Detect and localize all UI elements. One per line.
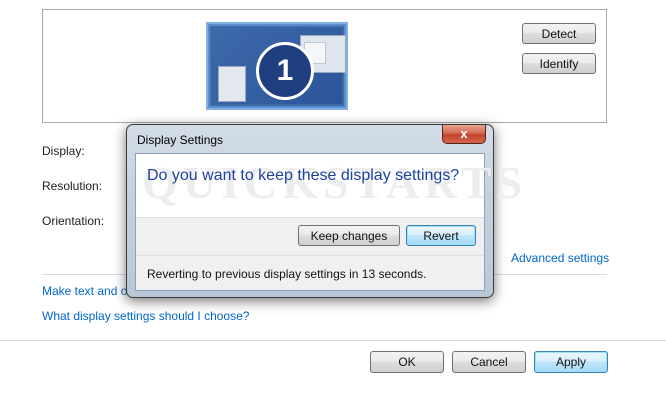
display-settings-dialog: Display Settings x QUICKSTARTS Do you wa… — [126, 124, 522, 298]
keep-changes-button[interactable]: Keep changes — [298, 225, 400, 246]
dialog-status-divider — [136, 255, 484, 256]
orientation-label: Orientation: — [42, 214, 105, 228]
dialog-client-area: QUICKSTARTS Do you want to keep these di… — [135, 153, 522, 291]
mini-sidebar-icon — [218, 66, 246, 102]
monitor-1-thumbnail[interactable]: 1 — [206, 22, 348, 110]
dialog-title: Display Settings — [137, 133, 224, 147]
ok-button[interactable]: OK — [370, 351, 444, 373]
dialog-message-area: QUICKSTARTS Do you want to keep these di… — [136, 154, 522, 217]
cancel-button[interactable]: Cancel — [452, 351, 526, 373]
display-label: Display: — [42, 144, 85, 158]
monitor-screen: 1 — [212, 28, 346, 104]
revert-button[interactable]: Revert — [406, 225, 476, 246]
close-icon[interactable]: x — [442, 125, 486, 144]
dialog-divider — [136, 217, 484, 218]
detect-button[interactable]: Detect — [522, 23, 596, 44]
resolution-label: Resolution: — [42, 179, 103, 193]
display-settings-help-link[interactable]: What display settings should I choose? — [42, 309, 249, 323]
dialog-question: Do you want to keep these display settin… — [147, 167, 460, 184]
countdown-status: Reverting to previous display settings i… — [147, 267, 427, 281]
make-text-link[interactable]: Make text and ot — [42, 284, 131, 298]
advanced-settings-link[interactable]: Advanced settings — [511, 251, 609, 265]
apply-button[interactable]: Apply — [534, 351, 608, 373]
footer-divider — [0, 340, 666, 341]
identify-button[interactable]: Identify — [522, 53, 596, 74]
monitor-number-badge: 1 — [256, 42, 314, 100]
